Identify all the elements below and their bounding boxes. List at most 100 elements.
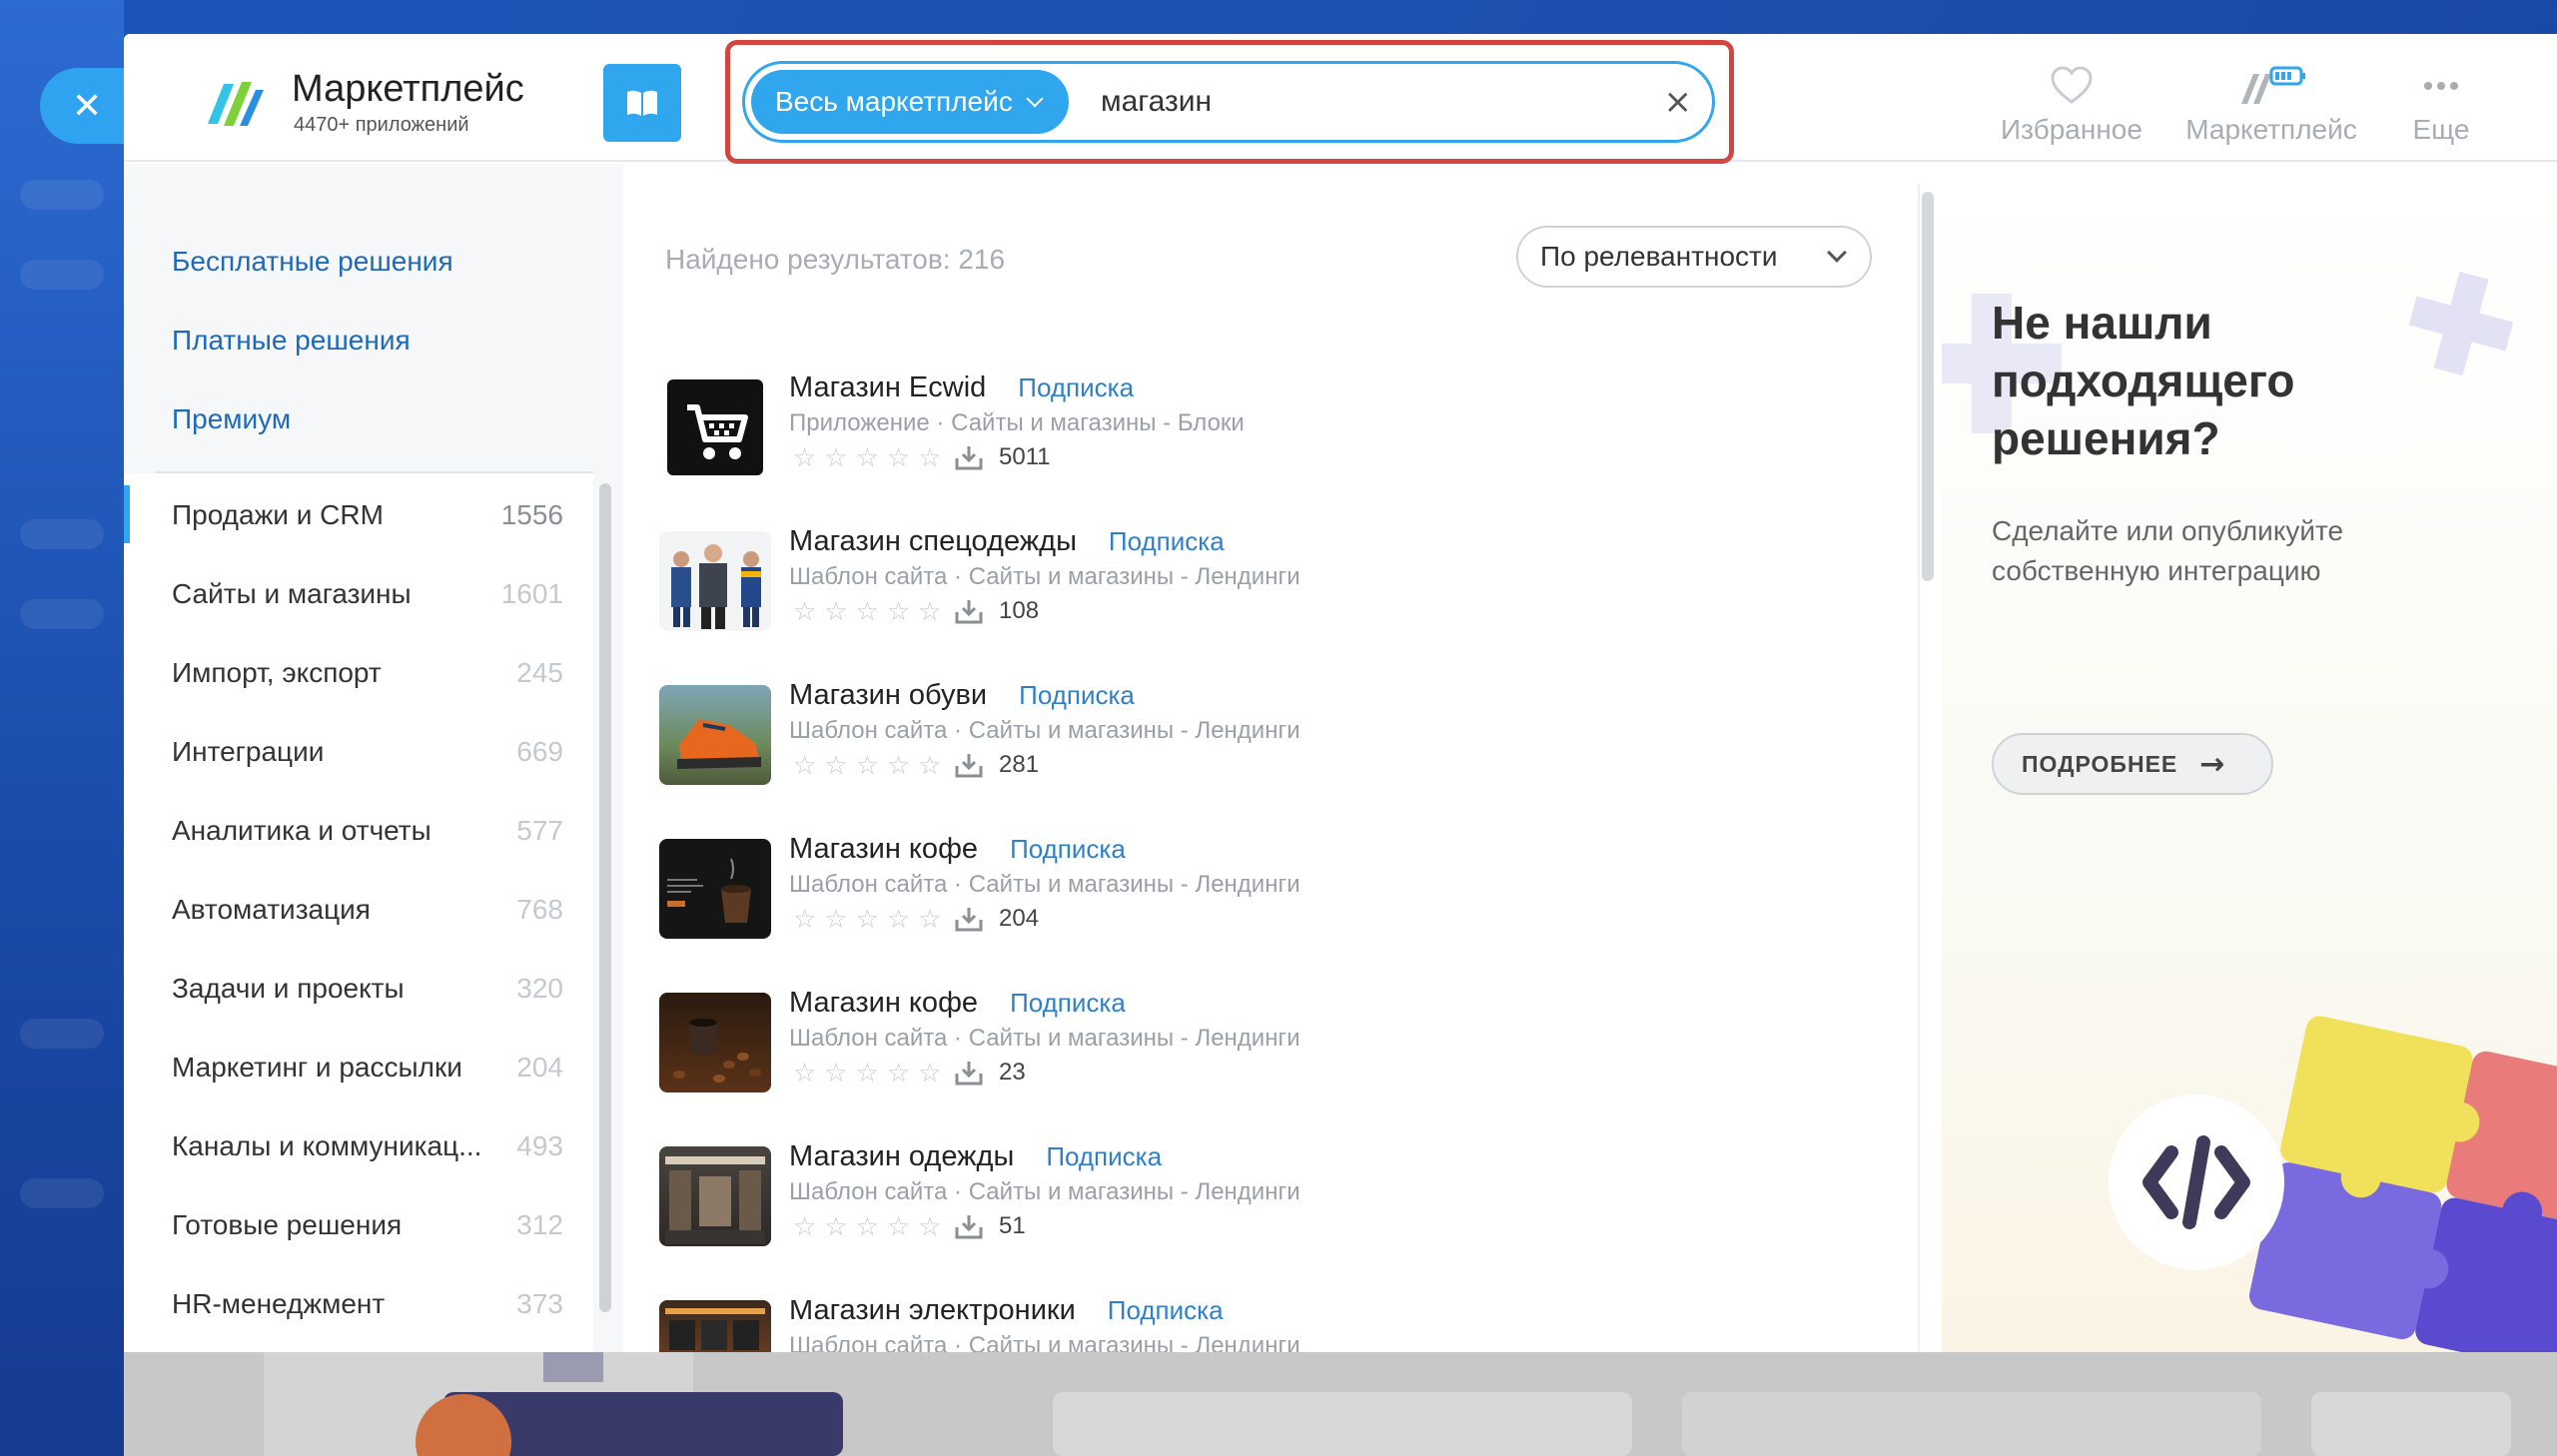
nav-marketplace[interactable]: Маркетплейс: [2171, 64, 2371, 146]
category-ready-solutions[interactable]: Готовые решения 312: [124, 1185, 593, 1264]
category-automation[interactable]: Автоматизация 768: [124, 870, 593, 949]
download-icon: [955, 908, 983, 932]
subscription-badge[interactable]: Подписка: [1010, 834, 1126, 864]
app-name[interactable]: Магазин спецодежды: [789, 525, 1077, 557]
sort-dropdown[interactable]: По релевантности: [1516, 226, 1872, 288]
app-meta: Шаблон сайта · Сайты и магазины - Лендин…: [789, 871, 1300, 898]
result-item[interactable]: Магазин спецодежды Подписка Шаблон сайта …: [659, 525, 1898, 685]
app-subtitle: 4470+ приложений: [294, 114, 469, 136]
subscription-badge[interactable]: Подписка: [1010, 988, 1126, 1018]
background-blob: [20, 1178, 104, 1208]
background-page-strip: [124, 1352, 2557, 1456]
category-count: 320: [516, 972, 563, 1004]
app-meta: Шаблон сайта · Сайты и магазины - Лендин…: [789, 1332, 1300, 1352]
background-left-panel: [0, 0, 124, 1456]
category-integrations[interactable]: Интеграции 669: [124, 712, 593, 791]
download-count: 281: [999, 751, 1040, 778]
category-label: Аналитика и отчеты: [172, 814, 431, 846]
chevron-down-icon: [1026, 90, 1044, 108]
download-count: 5011: [999, 443, 1051, 470]
electronics-store-image-icon: [665, 1308, 765, 1350]
subscription-badge[interactable]: Подписка: [1108, 1300, 1224, 1325]
app-meta: Шаблон сайта · Сайты и магазины - Лендин…: [789, 563, 1300, 590]
clear-search-icon[interactable]: ×: [1664, 82, 1693, 122]
catalog-button[interactable]: [603, 64, 681, 142]
promo-text: Сделайте или опубликуйте собственную инт…: [1992, 515, 2344, 586]
background-page-content: [264, 1352, 2511, 1456]
learn-more-button[interactable]: ПОДРОБНЕЕ →: [1992, 733, 2273, 795]
category-count: 1601: [500, 577, 563, 609]
app-name[interactable]: Магазин кофе: [789, 833, 978, 865]
app-thumbnail: [659, 531, 771, 631]
category-marketing[interactable]: Маркетинг и рассылки 204: [124, 1028, 593, 1106]
result-item[interactable]: Магазин одежды Подписка Шаблон сайта · Са…: [659, 1140, 1898, 1300]
app-name[interactable]: Магазин обуви: [789, 679, 987, 711]
nav-more-label: Еще: [2412, 114, 2470, 145]
download-icon: [955, 1062, 983, 1086]
downloads: 108: [955, 597, 1039, 625]
category-tasks-projects[interactable]: Задачи и проекты 320: [124, 949, 593, 1028]
app-name[interactable]: Магазин Ecwid: [789, 371, 986, 403]
result-item[interactable]: Магазин кофе Подписка Шаблон сайта · Сайт…: [659, 987, 1898, 1146]
nav-more[interactable]: Еще: [2381, 64, 2501, 146]
subscription-badge[interactable]: Подписка: [1109, 526, 1225, 556]
subscription-badge[interactable]: Подписка: [1046, 1141, 1162, 1171]
category-channels[interactable]: Каналы и коммуникац... 493: [124, 1106, 593, 1185]
heart-icon: [2051, 66, 2093, 104]
category-count: 1556: [500, 498, 563, 530]
search-input[interactable]: [1101, 76, 1640, 128]
category-label: Продажи и CRM: [172, 498, 384, 530]
result-item[interactable]: Магазин кофе Подписка Шаблон сайта · Сайт…: [659, 833, 1898, 993]
category-label: Сайты и магазины: [172, 577, 412, 609]
category-label: Маркетинг и рассылки: [172, 1051, 462, 1083]
category-sales-crm[interactable]: Продажи и CRM 1556: [124, 475, 593, 554]
subscription-badge[interactable]: Подписка: [1019, 680, 1135, 710]
result-item[interactable]: Магазин электроники Подписка Шаблон сайта…: [659, 1300, 1898, 1352]
downloads: 204: [955, 905, 1039, 933]
results-count: Найдено результатов: 216: [665, 244, 1006, 275]
app-thumbnail: [659, 839, 771, 939]
chevron-down-icon: [1827, 243, 1847, 263]
book-icon: [627, 90, 657, 116]
app-thumbnail: [659, 685, 771, 785]
background-blob: [20, 180, 104, 210]
app-thumbnail: [659, 1300, 771, 1352]
category-sites-shops[interactable]: Сайты и магазины 1601: [124, 554, 593, 633]
close-icon: ✕: [72, 85, 103, 127]
sidebar-scrollbar[interactable]: [599, 483, 611, 1312]
app-name[interactable]: Магазин кофе: [789, 987, 978, 1019]
category-count: 768: [516, 893, 563, 925]
promo-title: Не нашли подходящего решения?: [1992, 297, 2295, 464]
download-icon: [955, 754, 983, 778]
download-count: 23: [999, 1059, 1026, 1086]
app-name[interactable]: Магазин одежды: [789, 1140, 1014, 1172]
coffee-beans-image-icon: [673, 1019, 761, 1083]
category-label: Импорт, экспорт: [172, 656, 382, 688]
workwear-image-icon: [671, 544, 761, 629]
result-item[interactable]: Магазин Ecwid Подписка Приложение · Сайты…: [659, 371, 1898, 531]
category-analytics[interactable]: Аналитика и отчеты 577: [124, 791, 593, 870]
sidebar-link-paid[interactable]: Платные решения: [172, 325, 411, 357]
category-count: 245: [516, 656, 563, 688]
nav-marketplace-label: Маркетплейс: [2185, 114, 2357, 145]
nav-favorites-label: Избранное: [2001, 114, 2142, 145]
marketplace-logo-icon: [208, 82, 264, 126]
downloads: 51: [955, 1212, 1026, 1240]
download-count: 108: [999, 597, 1040, 624]
category-count: 577: [516, 814, 563, 846]
nav-favorites[interactable]: Избранное: [1982, 64, 2161, 146]
app-meta: Шаблон сайта · Сайты и магазины - Лендин…: [789, 1178, 1300, 1205]
subscription-badge[interactable]: Подписка: [1018, 372, 1134, 402]
puzzle-illustration-icon: [2109, 1016, 2557, 1352]
background-blob: [20, 1019, 104, 1049]
category-import-export[interactable]: Импорт, экспорт 245: [124, 633, 593, 712]
search-scope-dropdown[interactable]: Весь маркетплейс: [751, 70, 1069, 134]
coffee-image-icon: [667, 858, 751, 923]
rating-stars: ☆☆☆☆☆: [793, 1212, 950, 1242]
app-name[interactable]: Магазин электроники: [789, 1300, 1076, 1326]
result-item[interactable]: Магазин обуви Подписка Шаблон сайта · Сай…: [659, 679, 1898, 839]
sidebar-link-free[interactable]: Бесплатные решения: [172, 246, 453, 278]
sidebar-link-premium[interactable]: Премиум: [172, 403, 291, 435]
category-hr[interactable]: HR-менеджмент 373: [124, 1264, 593, 1343]
results-scrollbar[interactable]: [1922, 192, 1934, 581]
